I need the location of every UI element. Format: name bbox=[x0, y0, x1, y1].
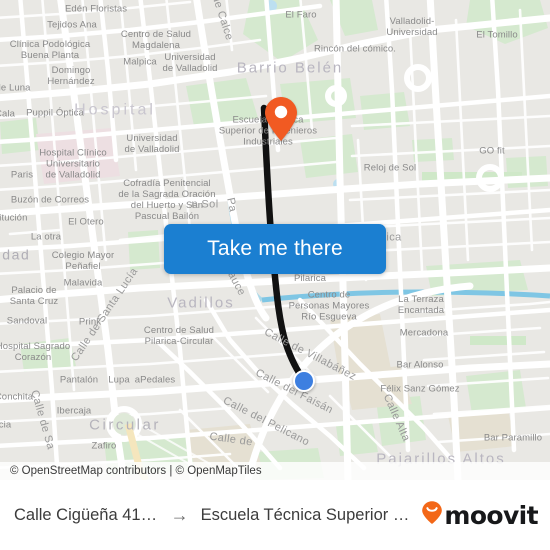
take-me-there-button[interactable]: Take me there bbox=[164, 224, 386, 274]
moovit-logo[interactable]: moovit bbox=[421, 500, 542, 530]
moovit-map-screen: Edén Floristas Tejidos Ana Centro de Salud… bbox=[0, 0, 550, 550]
route-origin-label: Calle Cigüeña 41 E... bbox=[14, 505, 159, 524]
route-summary[interactable]: Calle Cigüeña 41 E... → Escuela Técnica … bbox=[14, 505, 415, 526]
current-location-dot-icon[interactable] bbox=[293, 370, 315, 392]
attribution-osm[interactable]: © OpenStreetMap contributors bbox=[10, 465, 166, 477]
moovit-wordmark: moovit bbox=[444, 500, 538, 530]
moovit-pin-smile-icon bbox=[421, 500, 443, 530]
attribution-separator: | bbox=[169, 465, 173, 477]
route-footer: Calle Cigüeña 41 E... → Escuela Técnica … bbox=[0, 480, 550, 550]
arrow-right-icon: → bbox=[170, 504, 189, 525]
map-attribution: © OpenStreetMap contributors | © OpenMap… bbox=[0, 462, 550, 480]
attribution-openmaptiles[interactable]: © OpenMapTiles bbox=[176, 465, 262, 477]
route-destination-label: Escuela Técnica Superior De ... bbox=[200, 505, 416, 524]
map-canvas[interactable]: Edén Floristas Tejidos Ana Centro de Salud… bbox=[0, 0, 550, 480]
